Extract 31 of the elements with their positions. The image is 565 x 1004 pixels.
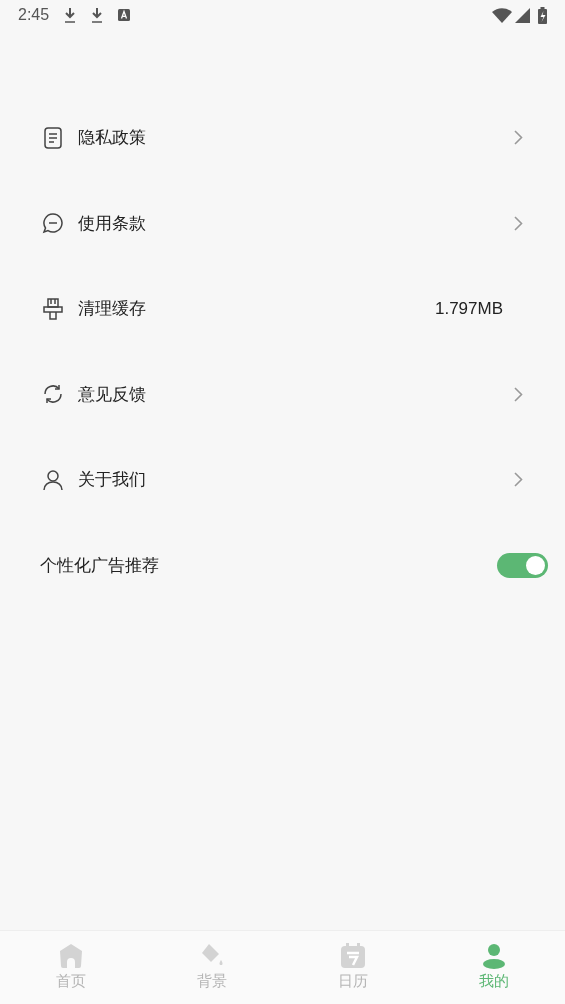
document-icon <box>44 126 62 149</box>
chat-bubble-icon <box>42 212 64 235</box>
calendar-icon <box>340 942 367 969</box>
setting-label: 隐私政策 <box>78 127 146 149</box>
setting-label: 使用条款 <box>78 212 146 235</box>
chevron-right-icon[interactable] <box>514 215 523 231</box>
wifi-icon <box>492 7 512 23</box>
home-icon <box>57 942 84 969</box>
battery-icon <box>538 6 547 24</box>
cache-size: 1.797MB <box>434 298 503 320</box>
nav-tab[interactable]: 背景 <box>141 931 283 1004</box>
refresh-icon <box>42 383 64 406</box>
user-icon <box>481 942 508 969</box>
download-icon <box>91 7 104 23</box>
chevron-right-icon[interactable] <box>514 386 523 402</box>
nav-tab[interactable]: 首页 <box>0 931 142 1004</box>
chevron-right-icon[interactable] <box>514 130 523 146</box>
keyboard-icon <box>118 9 131 21</box>
setting-label: 关于我们 <box>78 469 146 491</box>
setting-label: 清理缓存 <box>78 298 146 320</box>
setting-label: 意见反馈 <box>78 383 146 406</box>
ad-toggle[interactable] <box>497 552 548 578</box>
clock: 2:45 <box>18 5 50 25</box>
nav-tab[interactable]: 日历 <box>282 931 424 1004</box>
brush-icon <box>43 297 63 320</box>
signal-icon <box>515 7 530 23</box>
download-icon <box>64 7 77 23</box>
nav-tab[interactable]: 我的 <box>423 931 565 1004</box>
setting-label: 个性化广告推荐 <box>40 554 159 577</box>
person-icon <box>43 468 63 491</box>
chevron-right-icon[interactable] <box>514 472 523 488</box>
